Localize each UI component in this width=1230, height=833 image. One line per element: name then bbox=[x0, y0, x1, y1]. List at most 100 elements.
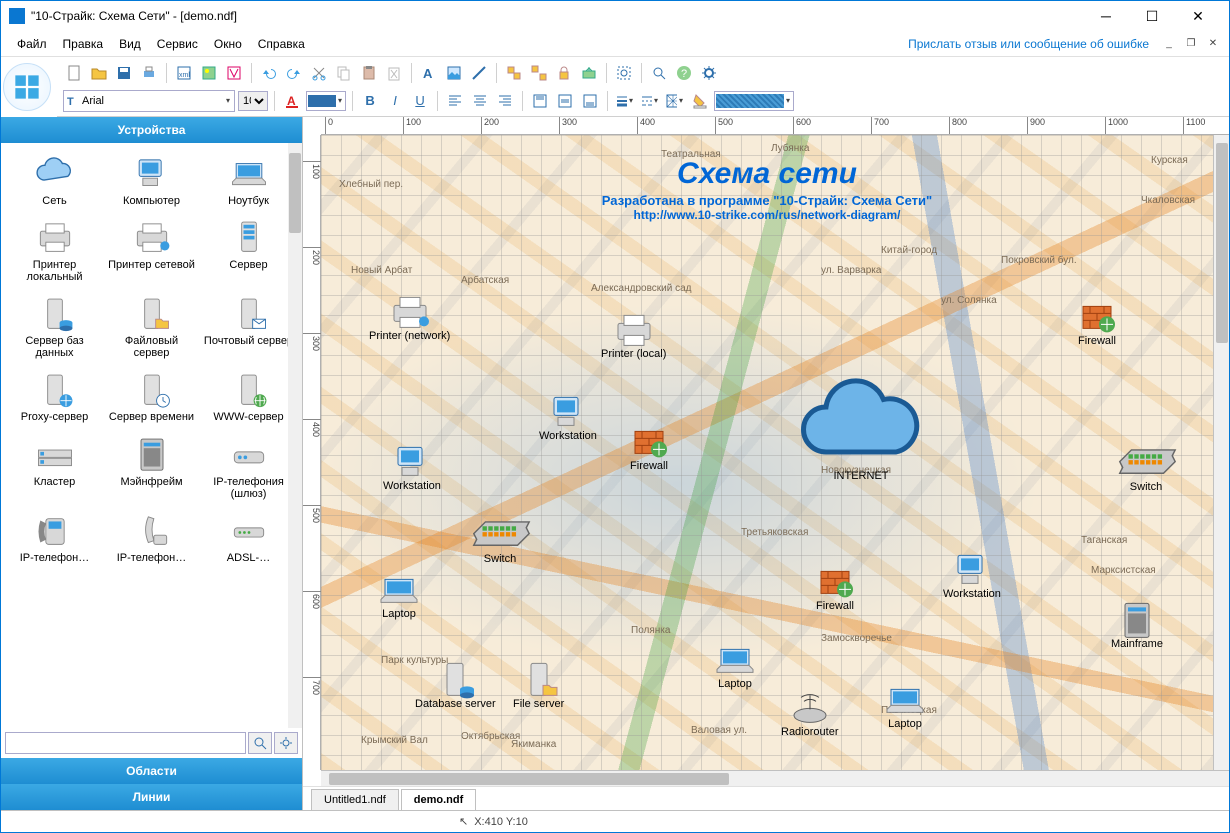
italic-button[interactable]: I bbox=[384, 90, 406, 112]
text-tool-button[interactable]: A bbox=[418, 62, 440, 84]
device-item-mainframe[interactable]: Мэйнфрейм bbox=[104, 430, 199, 504]
new-button[interactable] bbox=[63, 62, 85, 84]
menu-window[interactable]: Окно bbox=[206, 34, 250, 54]
image-tool-button[interactable] bbox=[443, 62, 465, 84]
bold-button[interactable]: B bbox=[359, 90, 381, 112]
align-left-button[interactable] bbox=[444, 90, 466, 112]
device-item-printer-net[interactable]: Принтер сетевой bbox=[104, 213, 199, 287]
device-item-pc[interactable]: Компьютер bbox=[104, 149, 199, 211]
node-radiorouter[interactable]: Radiorouter bbox=[781, 691, 838, 738]
align-right-button[interactable] bbox=[494, 90, 516, 112]
valign-bottom-button[interactable] bbox=[579, 90, 601, 112]
menu-view[interactable]: Вид bbox=[111, 34, 149, 54]
node-firewall1[interactable]: Firewall bbox=[625, 425, 673, 472]
settings-button[interactable] bbox=[698, 62, 720, 84]
node-workstation3[interactable]: Workstation bbox=[943, 553, 1001, 600]
canvas-hscroll[interactable] bbox=[321, 770, 1229, 786]
cut-button[interactable] bbox=[308, 62, 330, 84]
node-laptop1[interactable]: Laptop bbox=[375, 573, 423, 620]
node-laptop3[interactable]: Laptop bbox=[881, 683, 929, 730]
redo-button[interactable] bbox=[283, 62, 305, 84]
node-printer_loc[interactable]: Printer (local) bbox=[601, 313, 666, 360]
find-button[interactable] bbox=[648, 62, 670, 84]
node-db[interactable]: Database server bbox=[415, 663, 496, 710]
valign-top-button[interactable] bbox=[529, 90, 551, 112]
device-item-server-mail[interactable]: Почтовый сервер bbox=[201, 289, 296, 363]
node-file[interactable]: File server bbox=[513, 663, 564, 710]
export-visio-button[interactable] bbox=[223, 62, 245, 84]
mdi-close-icon[interactable]: ✕ bbox=[1205, 36, 1221, 52]
save-button[interactable] bbox=[113, 62, 135, 84]
mdi-restore-icon[interactable]: ❐ bbox=[1183, 36, 1199, 52]
scan-button[interactable] bbox=[578, 62, 600, 84]
feedback-link[interactable]: Прислать отзыв или сообщение об ошибке bbox=[908, 37, 1155, 51]
close-button[interactable]: ✕ bbox=[1175, 1, 1221, 31]
device-item-cloud[interactable]: Сеть bbox=[7, 149, 102, 211]
device-item-cluster[interactable]: Кластер bbox=[7, 430, 102, 504]
node-firewall3[interactable]: Firewall bbox=[811, 565, 859, 612]
device-item-ipphone[interactable]: IP-телефон… bbox=[7, 506, 102, 568]
node-workstation2[interactable]: Workstation bbox=[383, 445, 441, 492]
line-style-button[interactable]: ▾ bbox=[639, 90, 661, 112]
node-firewall2[interactable]: Firewall bbox=[1073, 300, 1121, 347]
lines-header[interactable]: Линии bbox=[1, 784, 302, 810]
font-size-select[interactable]: 10 bbox=[238, 91, 268, 111]
font-family-select[interactable]: T ▾ bbox=[63, 90, 235, 112]
delete-button[interactable] bbox=[383, 62, 405, 84]
print-button[interactable] bbox=[138, 62, 160, 84]
paste-button[interactable] bbox=[358, 62, 380, 84]
fit-button[interactable] bbox=[613, 62, 635, 84]
node-internet[interactable]: INTERNET bbox=[801, 385, 921, 482]
device-item-server-db[interactable]: Сервер баз данных bbox=[7, 289, 102, 363]
search-input[interactable] bbox=[5, 732, 246, 754]
node-laptop2[interactable]: Laptop bbox=[711, 643, 759, 690]
copy-button[interactable] bbox=[333, 62, 355, 84]
ungroup-button[interactable] bbox=[528, 62, 550, 84]
pattern-button[interactable]: ▾ bbox=[664, 90, 686, 112]
device-item-server-file[interactable]: Файловый сервер bbox=[104, 289, 199, 363]
node-printer_net[interactable]: Printer (network) bbox=[369, 295, 450, 342]
areas-header[interactable]: Области bbox=[1, 758, 302, 784]
node-workstation1[interactable]: Workstation bbox=[539, 395, 597, 442]
align-center-button[interactable] bbox=[469, 90, 491, 112]
device-item-ipphone2[interactable]: IP-телефон… bbox=[104, 506, 199, 568]
underline-button[interactable]: U bbox=[409, 90, 431, 112]
device-item-server-www[interactable]: WWW-сервер bbox=[201, 365, 296, 427]
undo-button[interactable] bbox=[258, 62, 280, 84]
device-item-adsl[interactable]: ADSL-… bbox=[201, 506, 296, 568]
node-switch1[interactable]: Switch bbox=[465, 503, 535, 565]
open-button[interactable] bbox=[88, 62, 110, 84]
minimize-button[interactable]: ─ bbox=[1083, 1, 1129, 31]
node-switch2[interactable]: Switch bbox=[1111, 431, 1181, 493]
menu-edit[interactable]: Правка bbox=[55, 34, 112, 54]
menu-file[interactable]: Файл bbox=[9, 34, 55, 54]
export-xml-button[interactable]: xml bbox=[173, 62, 195, 84]
group-button[interactable] bbox=[503, 62, 525, 84]
valign-middle-button[interactable] bbox=[554, 90, 576, 112]
device-item-server-proxy[interactable]: Proxy-сервер bbox=[7, 365, 102, 427]
lock-button[interactable] bbox=[553, 62, 575, 84]
diagram-canvas[interactable]: Новый АрбатТеатральнаяЛубянкаАрбатскаяАл… bbox=[321, 135, 1213, 770]
device-item-laptop[interactable]: Ноутбук bbox=[201, 149, 296, 211]
line-tool-button[interactable] bbox=[468, 62, 490, 84]
device-item-server[interactable]: Сервер bbox=[201, 213, 296, 287]
tab-demo[interactable]: demo.ndf bbox=[401, 789, 477, 810]
node-mainframe[interactable]: Mainframe bbox=[1111, 603, 1163, 650]
device-item-voip-gw[interactable]: IP-телефония (шлюз) bbox=[201, 430, 296, 504]
devices-header[interactable]: Устройства bbox=[1, 117, 302, 143]
mdi-minimize-icon[interactable]: _ bbox=[1161, 36, 1177, 52]
device-scrollbar[interactable] bbox=[288, 143, 302, 728]
help-button[interactable]: ? bbox=[673, 62, 695, 84]
fill-style-select[interactable]: ▾ bbox=[714, 91, 794, 111]
export-image-button[interactable] bbox=[198, 62, 220, 84]
line-width-button[interactable]: ▾ bbox=[614, 90, 636, 112]
search-settings-button[interactable] bbox=[274, 732, 298, 754]
maximize-button[interactable]: ☐ bbox=[1129, 1, 1175, 31]
menu-help[interactable]: Справка bbox=[250, 34, 313, 54]
bg-color-button[interactable] bbox=[689, 90, 711, 112]
font-color-button[interactable]: A bbox=[281, 90, 303, 112]
fg-color-button[interactable]: ▾ bbox=[306, 91, 346, 111]
font-name-input[interactable] bbox=[82, 92, 222, 110]
menu-service[interactable]: Сервис bbox=[149, 34, 206, 54]
device-item-printer[interactable]: Принтер локальный bbox=[7, 213, 102, 287]
